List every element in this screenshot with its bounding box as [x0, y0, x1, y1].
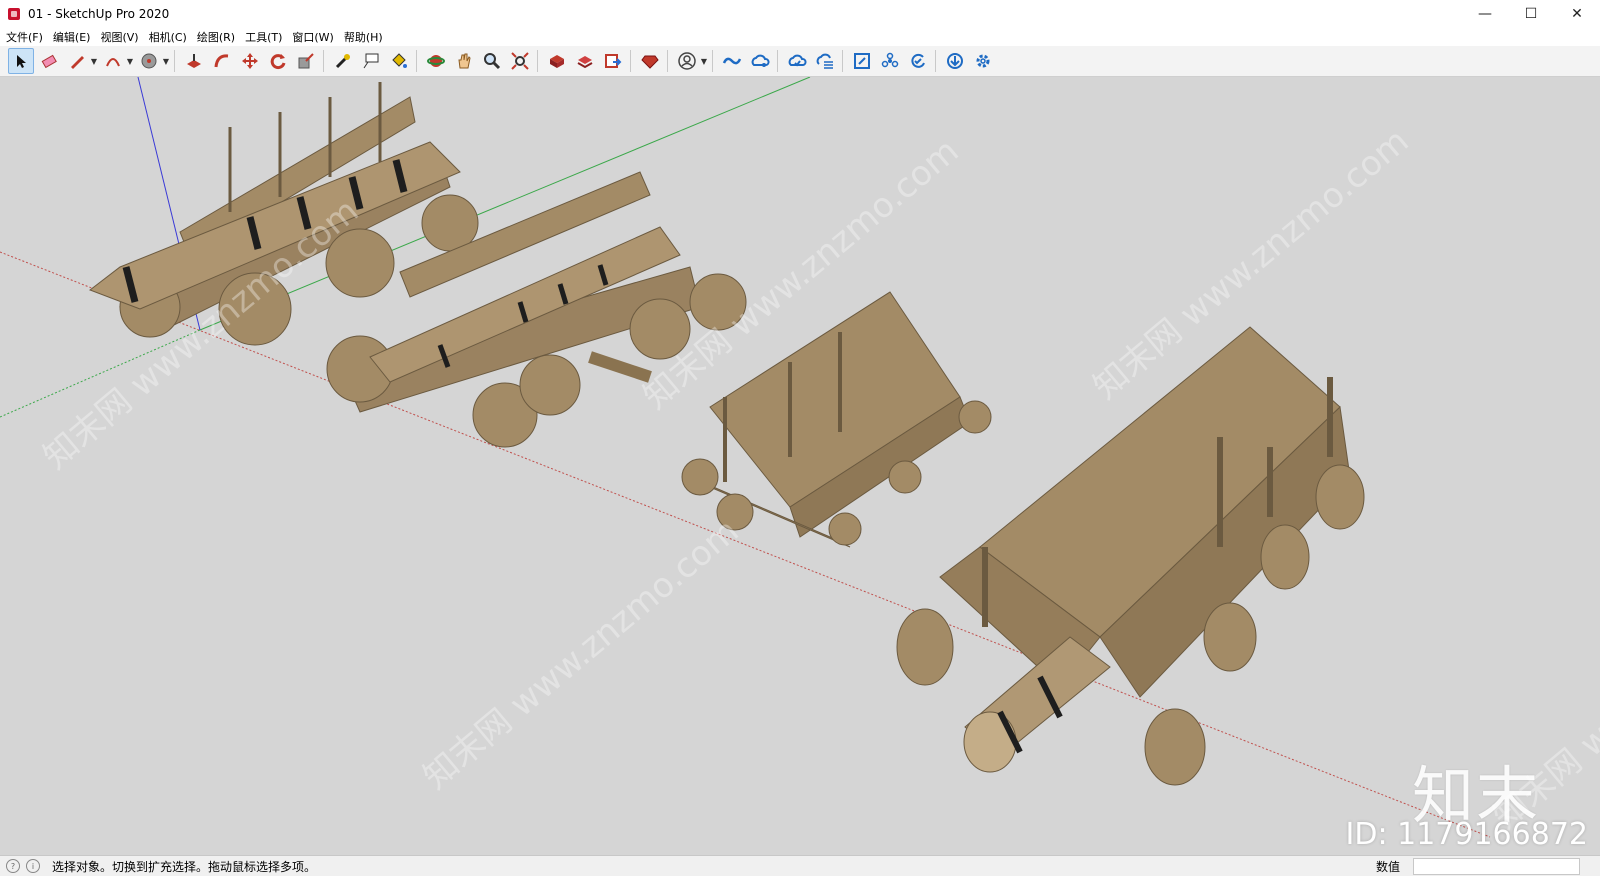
- arc-dropdown-icon[interactable]: ▼: [126, 48, 134, 74]
- download-icon[interactable]: [942, 48, 968, 74]
- siege-ram-cart-1: [88, 82, 479, 346]
- menu-window[interactable]: 窗口(W): [292, 29, 333, 45]
- layout-send-icon[interactable]: [600, 48, 626, 74]
- window-title: 01 - SketchUp Pro 2020: [28, 7, 170, 21]
- menu-edit[interactable]: 编辑(E): [53, 29, 91, 45]
- minimize-button[interactable]: —: [1462, 0, 1508, 28]
- model-viewport[interactable]: 知末网 www.znzmo.com 知末网 www.znzmo.com 知末网 …: [0, 77, 1600, 855]
- toolbar-separator: [777, 50, 778, 72]
- large-covered-ram-cart-4: [896, 326, 1365, 786]
- menu-camera[interactable]: 相机(C): [149, 29, 187, 45]
- select-arrow-icon[interactable]: [8, 48, 34, 74]
- maximize-button[interactable]: ☐: [1508, 0, 1554, 28]
- frame-icon[interactable]: [849, 48, 875, 74]
- cloud-list-icon[interactable]: [812, 48, 838, 74]
- pencil-dropdown-icon[interactable]: ▼: [90, 48, 98, 74]
- cloud-sync-icon[interactable]: [784, 48, 810, 74]
- menu-view[interactable]: 视图(V): [100, 29, 138, 45]
- text-label-icon[interactable]: [358, 48, 384, 74]
- pan-hand-icon[interactable]: [451, 48, 477, 74]
- toolbar-separator: [630, 50, 631, 72]
- zoom-extents-icon[interactable]: [507, 48, 533, 74]
- geo-location-icon[interactable]: ?: [6, 859, 20, 873]
- paint-bucket-icon[interactable]: [386, 48, 412, 74]
- orbit-icon[interactable]: [423, 48, 449, 74]
- shape-dropdown-icon[interactable]: ▼: [162, 48, 170, 74]
- sketchup-app-icon: [8, 8, 20, 20]
- toolbar-separator: [537, 50, 538, 72]
- toolbar-separator: [323, 50, 324, 72]
- status-hint: 选择对象。切换到扩充选择。拖动鼠标选择多项。: [52, 859, 317, 874]
- measurements-input[interactable]: [1413, 858, 1580, 875]
- refresh-check-icon[interactable]: [905, 48, 931, 74]
- toolbar-separator: [416, 50, 417, 72]
- eraser-icon[interactable]: [36, 48, 62, 74]
- follow-me-icon[interactable]: [209, 48, 235, 74]
- account-icon[interactable]: [674, 48, 700, 74]
- menu-bar: 文件(F) 编辑(E) 视图(V) 相机(C) 绘图(R) 工具(T) 窗口(W…: [0, 28, 1600, 46]
- id-watermark: ID: 1179166872: [1345, 817, 1588, 852]
- trimble-connect-icon[interactable]: [719, 48, 745, 74]
- 3d-warehouse-icon[interactable]: [544, 48, 570, 74]
- menu-file[interactable]: 文件(F): [6, 29, 43, 45]
- menu-help[interactable]: 帮助(H): [344, 29, 383, 45]
- cloud-share-icon[interactable]: [747, 48, 773, 74]
- title-bar: 01 - SketchUp Pro 2020 — ☐ ✕: [0, 0, 1600, 28]
- settings-gear-icon[interactable]: [970, 48, 996, 74]
- main-toolbar: ▼ ▼ ▼ ▼: [0, 46, 1600, 77]
- extension-warehouse-icon[interactable]: [572, 48, 598, 74]
- measurements-label: 数值: [1375, 860, 1400, 874]
- toolbar-separator: [667, 50, 668, 72]
- toolbar-separator: [935, 50, 936, 72]
- pencil-line-icon[interactable]: [64, 48, 90, 74]
- zoom-icon[interactable]: [479, 48, 505, 74]
- push-pull-icon[interactable]: [181, 48, 207, 74]
- toolbar-separator: [712, 50, 713, 72]
- close-button[interactable]: ✕: [1554, 0, 1600, 28]
- shape-circle-icon[interactable]: [136, 48, 162, 74]
- menu-tools[interactable]: 工具(T): [245, 29, 282, 45]
- menu-draw[interactable]: 绘图(R): [197, 29, 235, 45]
- toolbar-separator: [842, 50, 843, 72]
- components-icon[interactable]: [877, 48, 903, 74]
- rotate-icon[interactable]: [265, 48, 291, 74]
- account-dropdown-icon[interactable]: ▼: [700, 48, 708, 74]
- tape-measure-icon[interactable]: [330, 48, 356, 74]
- arc-icon[interactable]: [100, 48, 126, 74]
- toolbar-separator: [174, 50, 175, 72]
- move-icon[interactable]: [237, 48, 263, 74]
- info-icon[interactable]: i: [26, 859, 40, 873]
- ruby-console-icon[interactable]: [637, 48, 663, 74]
- scale-icon[interactable]: [293, 48, 319, 74]
- status-bar: ? i 选择对象。切换到扩充选择。拖动鼠标选择多项。 数值: [0, 855, 1600, 876]
